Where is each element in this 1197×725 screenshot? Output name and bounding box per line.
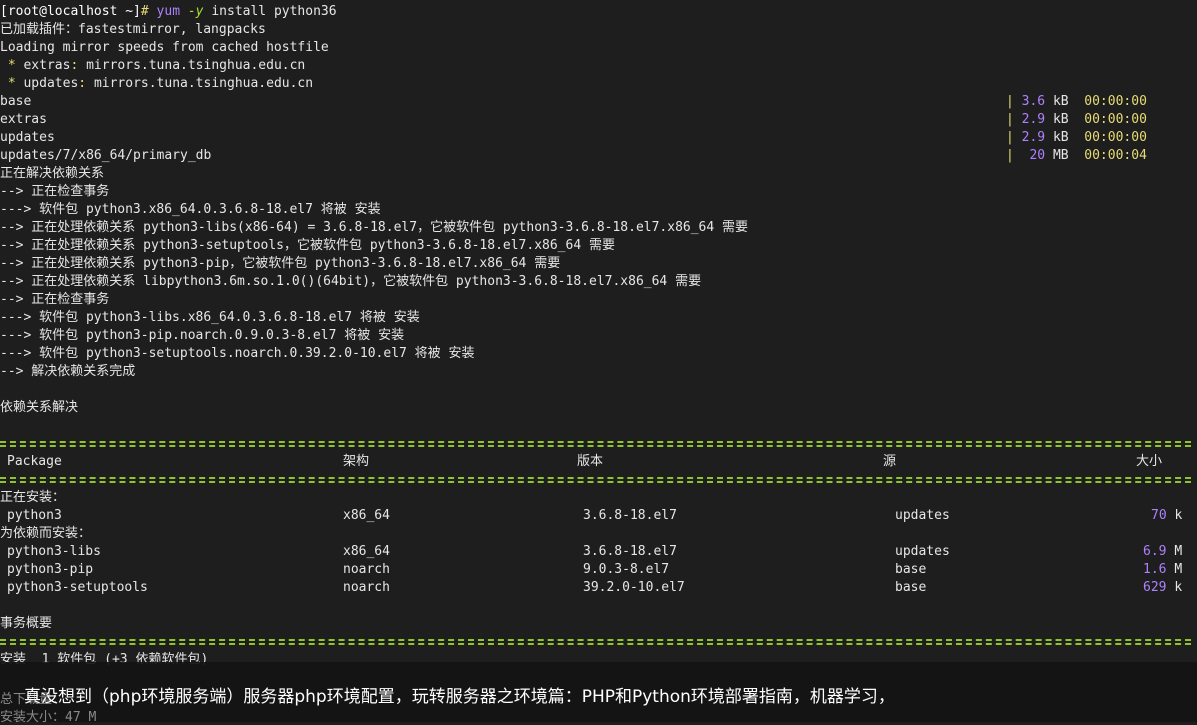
resolve-line: --> 正在检查事务 xyxy=(0,292,110,307)
resolve-line: 正在解决依赖关系 xyxy=(0,166,105,181)
download-line: updates | 2.9 kB 00:00:00 xyxy=(0,130,1147,145)
resolve-line: --> 正在检查事务 xyxy=(0,184,110,199)
table-header: Package 架构 版本 源 大小 xyxy=(0,453,1197,471)
resolve-line: --> 正在处理依赖关系 python3-libs(x86-64) = 3.6.… xyxy=(0,220,749,235)
terminal-output: [root@localhost ~]# yum -y install pytho… xyxy=(0,3,1197,669)
mirror-speed-line: Loading mirror speeds from cached hostfi… xyxy=(0,40,329,55)
resolved-heading: 依赖关系解决 xyxy=(0,400,79,415)
table-separator xyxy=(0,435,1197,453)
table-row: python3-setuptools noarch 39.2.0-10.el7 … xyxy=(7,580,1183,595)
plugins-line: 已加载插件：fastestmirror, langpacks xyxy=(0,22,266,37)
header-repo: 源 xyxy=(883,454,897,469)
resolve-line: ---> 软件包 python3-pip.noarch.0.9.0.3-8.el… xyxy=(0,328,405,343)
resolve-line: --> 解决依赖关系完成 xyxy=(0,364,136,379)
deps-label: 为依赖而安装： xyxy=(0,526,92,541)
summary-heading: 事务概要 xyxy=(0,616,53,631)
download-line: extras | 2.9 kB 00:00:00 xyxy=(0,112,1147,127)
download-line: base | 3.6 kB 00:00:00 xyxy=(0,94,1147,109)
mirror-line: * updates: mirrors.tuna.tsinghua.edu.cn xyxy=(0,76,314,91)
resolve-line: --> 正在处理依赖关系 python3-pip，它被软件包 python3-3… xyxy=(0,256,561,271)
resolve-line: ---> 软件包 python3.x86_64.0.3.6.8-18.el7 将… xyxy=(0,202,381,217)
header-version: 版本 xyxy=(577,454,604,469)
install-size-line: 安装大小：47 M xyxy=(0,710,97,725)
installing-label: 正在安装： xyxy=(0,490,66,505)
command-prompt-line: [root@localhost ~]# yum -y install pytho… xyxy=(0,4,337,19)
header-arch: 架构 xyxy=(343,454,370,469)
resolve-line: ---> 软件包 python3-setuptools.noarch.0.39.… xyxy=(0,346,475,361)
video-caption-overlay: 总下载量： 安装大小：47 M 真没想到（php环境服务端）服务器php环境配置… xyxy=(0,662,1197,725)
caption-text: 真没想到（php环境服务端）服务器php环境配置，玩转服务器之环境篇：PHP和P… xyxy=(24,687,895,707)
header-size: 大小 xyxy=(1136,454,1163,469)
resolve-line: --> 正在处理依赖关系 python3-setuptools，它被软件包 py… xyxy=(0,238,615,253)
table-separator xyxy=(0,471,1197,489)
table-row: python3-pip noarch 9.0.3-8.el7 base 1.6 … xyxy=(7,562,1183,577)
resolve-line: ---> 软件包 python3-libs.x86_64.0.3.6.8-18.… xyxy=(0,310,420,325)
table-separator xyxy=(0,633,1197,651)
table-row: python3-libs x86_64 3.6.8-18.el7 updates… xyxy=(7,544,1183,559)
header-package: Package xyxy=(7,454,62,469)
resolve-line: --> 正在处理依赖关系 libpython3.6m.so.1.0()(64bi… xyxy=(0,274,702,289)
mirror-line: * extras: mirrors.tuna.tsinghua.edu.cn xyxy=(0,58,306,73)
table-row: python3 x86_64 3.6.8-18.el7 updates 70 k xyxy=(7,508,1183,523)
download-line: updates/7/x86_64/primary_db | 20 MB 00:00… xyxy=(0,148,1147,163)
